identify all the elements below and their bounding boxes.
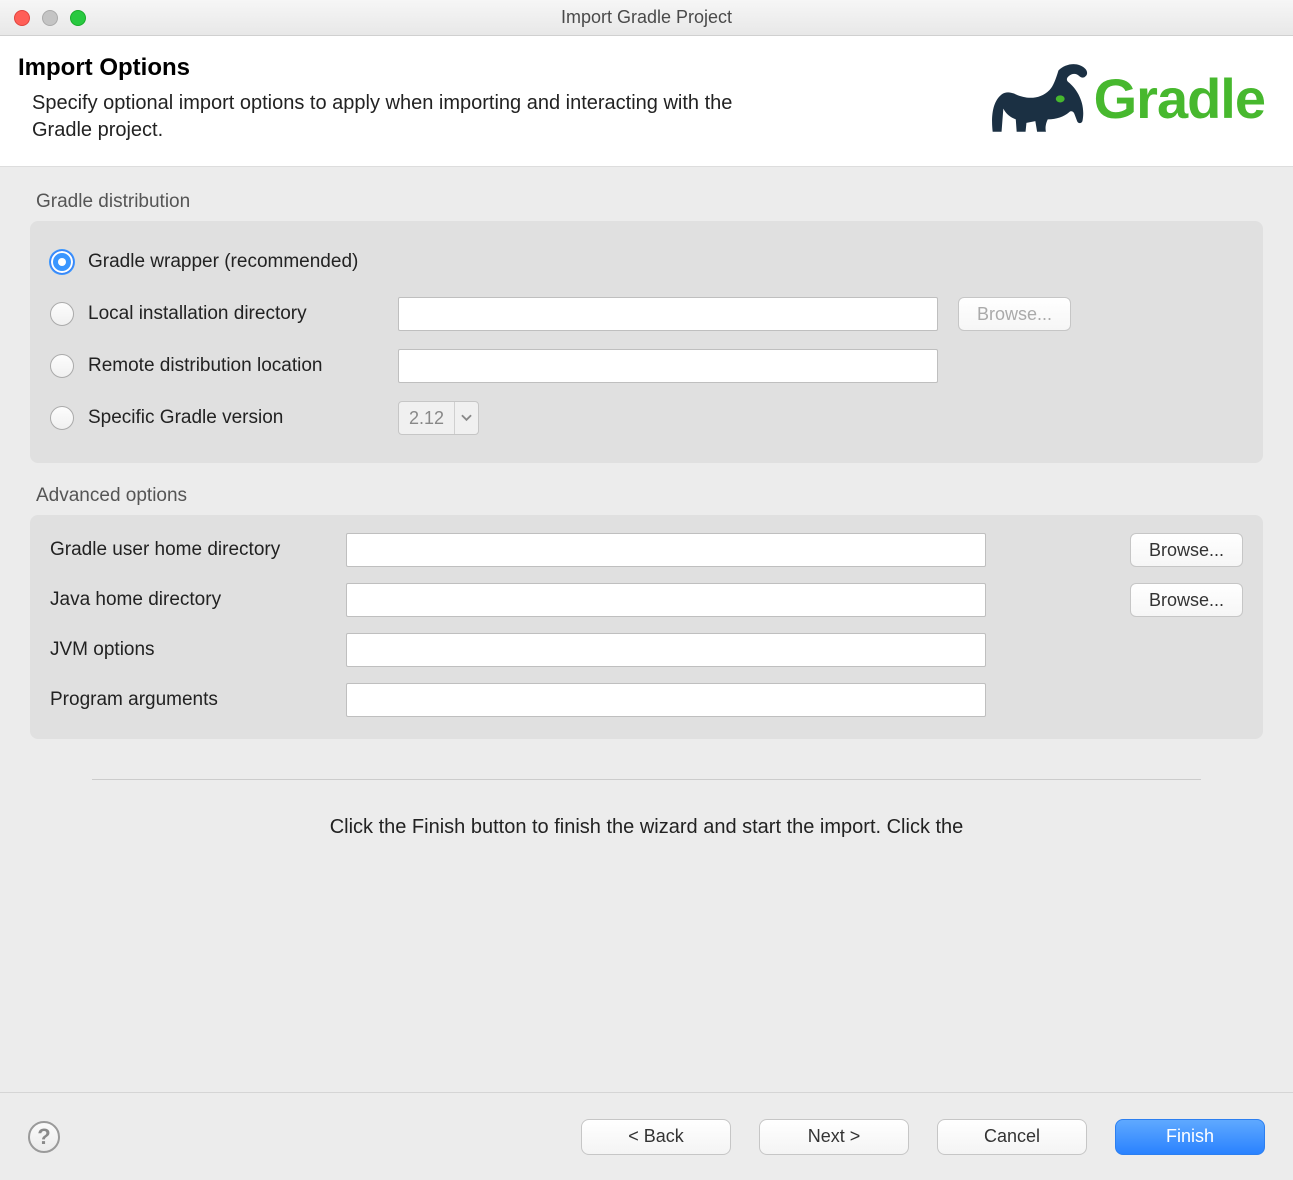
distribution-option-specific: Specific Gradle version 2.12 (50, 395, 1243, 441)
advanced-group-label: Advanced options (36, 485, 1263, 507)
wizard-content: Gradle distribution Gradle wrapper (reco… (0, 167, 1293, 1092)
jvm-options-input[interactable] (346, 633, 986, 667)
back-button[interactable]: < Back (581, 1119, 731, 1155)
local-directory-input[interactable] (398, 297, 938, 331)
help-icon[interactable]: ? (28, 1121, 60, 1153)
radio-specific-label[interactable]: Specific Gradle version (88, 407, 398, 429)
browse-java-home-button[interactable]: Browse... (1130, 583, 1243, 617)
remote-location-input[interactable] (398, 349, 938, 383)
page-description: Specify optional import options to apply… (32, 90, 792, 144)
java-home-input[interactable] (346, 583, 986, 617)
zoom-window-button[interactable] (70, 10, 86, 26)
browse-local-button[interactable]: Browse... (958, 297, 1071, 331)
window-controls (14, 10, 86, 26)
minimize-window-button[interactable] (42, 10, 58, 26)
wizard-hint: Click the Finish button to finish the wi… (30, 816, 1263, 839)
radio-local[interactable] (50, 302, 74, 326)
wizard-button-bar: ? < Back Next > Cancel Finish (0, 1092, 1293, 1180)
wizard-header: Import Options Specify optional import o… (0, 36, 1293, 167)
program-args-label: Program arguments (50, 689, 340, 711)
gradle-version-value: 2.12 (409, 408, 444, 429)
browse-user-home-button[interactable]: Browse... (1130, 533, 1243, 567)
hint-divider (92, 779, 1201, 780)
radio-remote[interactable] (50, 354, 74, 378)
next-button[interactable]: Next > (759, 1119, 909, 1155)
titlebar: Import Gradle Project (0, 0, 1293, 36)
distribution-option-local: Local installation directory Browse... (50, 291, 1243, 337)
distribution-group: Gradle wrapper (recommended) Local insta… (30, 221, 1263, 463)
close-window-button[interactable] (14, 10, 30, 26)
radio-specific[interactable] (50, 406, 74, 430)
radio-wrapper[interactable] (50, 250, 74, 274)
gradle-version-combobox[interactable]: 2.12 (398, 401, 479, 435)
jvm-options-row: JVM options (50, 633, 1243, 667)
java-home-label: Java home directory (50, 589, 340, 611)
radio-local-label[interactable]: Local installation directory (88, 303, 398, 325)
user-home-input[interactable] (346, 533, 986, 567)
advanced-group: Gradle user home directory Browse... Jav… (30, 515, 1263, 739)
finish-button[interactable]: Finish (1115, 1119, 1265, 1155)
user-home-label: Gradle user home directory (50, 539, 340, 561)
distribution-option-wrapper: Gradle wrapper (recommended) (50, 239, 1243, 285)
program-args-row: Program arguments (50, 683, 1243, 717)
nav-buttons: < Back Next > Cancel Finish (581, 1119, 1265, 1155)
distribution-group-label: Gradle distribution (36, 191, 1263, 213)
user-home-row: Gradle user home directory Browse... (50, 533, 1243, 567)
radio-remote-label[interactable]: Remote distribution location (88, 355, 398, 377)
distribution-option-remote: Remote distribution location (50, 343, 1243, 389)
program-args-input[interactable] (346, 683, 986, 717)
cancel-button[interactable]: Cancel (937, 1119, 1087, 1155)
radio-wrapper-label[interactable]: Gradle wrapper (recommended) (88, 251, 398, 273)
window-title: Import Gradle Project (0, 7, 1293, 28)
jvm-options-label: JVM options (50, 639, 340, 661)
java-home-row: Java home directory Browse... (50, 583, 1243, 617)
gradle-logo: Gradle (990, 58, 1265, 138)
gradle-logo-text: Gradle (1094, 66, 1265, 131)
chevron-down-icon (454, 402, 472, 434)
page-title: Import Options (18, 54, 990, 82)
gradle-elephant-icon (990, 58, 1102, 138)
